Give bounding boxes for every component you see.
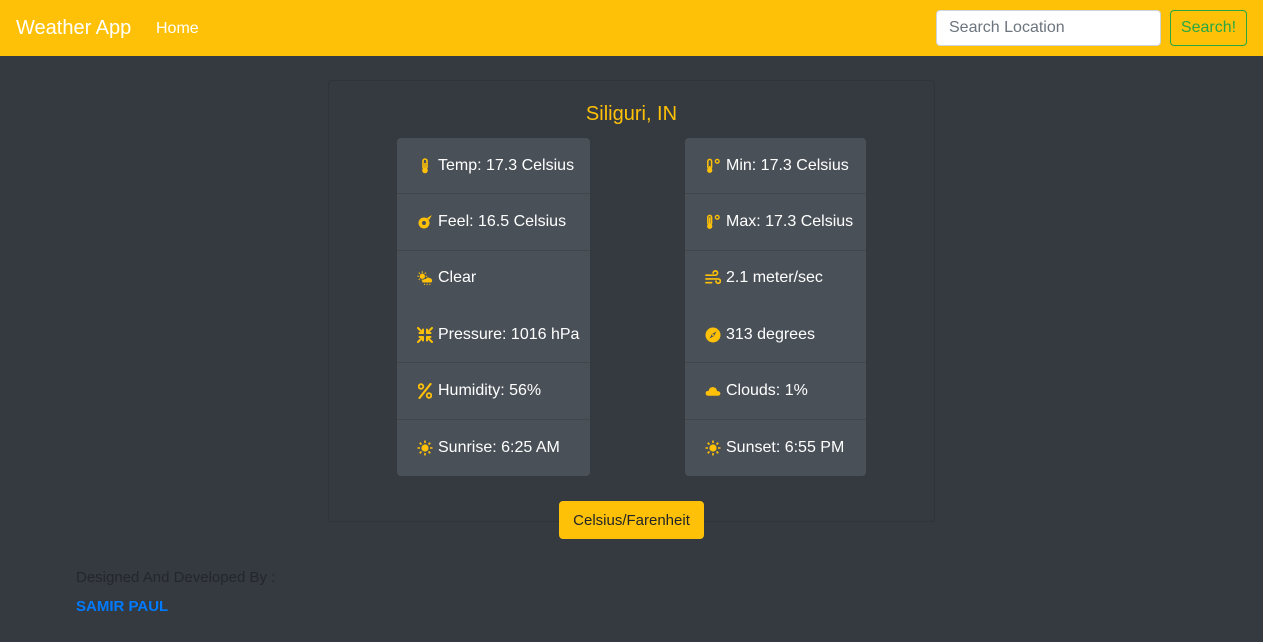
- list-item-humidity: Humidity: 56%: [397, 363, 590, 420]
- search-button[interactable]: Search!: [1170, 10, 1247, 46]
- condition-text: Clear: [438, 269, 477, 287]
- sunset-text: Sunset: 6:55 PM: [726, 438, 845, 456]
- feel-text: Feel: 16.5 Celsius: [438, 212, 567, 230]
- list-item-max: Max: 17.3 Celsius: [685, 194, 866, 251]
- list-item-feel: Feel: 16.5 Celsius: [397, 194, 590, 251]
- list-item-condition: Clear: [397, 251, 590, 307]
- list-item-wind: 2.1 meter/sec: [685, 251, 866, 307]
- sun-icon: [417, 440, 433, 456]
- humidity-text: Humidity: 56%: [438, 381, 542, 399]
- min-text: Min: 17.3 Celsius: [726, 156, 849, 174]
- location-title: Siliguri, IN: [585, 103, 678, 125]
- list-item-pressure: Pressure: 1016 hPa: [397, 307, 590, 364]
- wind-speed-text: 2.1 meter/sec: [726, 269, 823, 287]
- footer-author-link[interactable]: SAMIR PAUL: [76, 598, 168, 615]
- sunrise-text: Sunrise: 6:25 AM: [438, 438, 560, 456]
- list-item-min: Min: 17.3 Celsius: [685, 138, 866, 195]
- compass-icon: [705, 327, 721, 343]
- wind-icon: [705, 270, 721, 286]
- navbar: Weather App Home Search!: [0, 0, 1263, 56]
- list-item-temp: Temp: 17.3 Celsius: [397, 138, 590, 195]
- pressure-text: Pressure: 1016 hPa: [438, 325, 580, 343]
- weather-list-right: Min: 17.3 Celsius Max: 17.3 Celsius 2.1 …: [685, 138, 866, 476]
- search-input[interactable]: [936, 10, 1161, 46]
- list-item-sunrise: Sunrise: 6:25 AM: [397, 420, 590, 476]
- cloud-sun-icon: [417, 270, 433, 286]
- pressure-icon: [417, 326, 433, 343]
- footer-credit: Designed And Developed By :: [76, 569, 276, 586]
- list-item-sunset: Sunset: 6:55 PM: [685, 420, 866, 476]
- brand-logo[interactable]: Weather App: [16, 15, 131, 41]
- feel-icon: [417, 214, 433, 230]
- percent-icon: [417, 382, 433, 399]
- sun-icon: [705, 440, 721, 456]
- unit-toggle-button[interactable]: Celsius/Farenheit: [559, 501, 704, 539]
- thermometer-icon: [417, 157, 433, 174]
- temperature-low-icon: [705, 158, 721, 174]
- temp-text: Temp: 17.3 Celsius: [438, 156, 575, 174]
- weather-list-left: Temp: 17.3 Celsius Feel: 16.5 Celsius Cl…: [397, 138, 590, 476]
- cloud-icon: [705, 383, 721, 399]
- list-item-clouds: Clouds: 1%: [685, 363, 866, 420]
- list-item-direction: 313 degrees: [685, 307, 866, 364]
- wind-direction-text: 313 degrees: [726, 325, 815, 343]
- temperature-high-icon: [705, 214, 721, 230]
- max-text: Max: 17.3 Celsius: [726, 212, 854, 230]
- clouds-text: Clouds: 1%: [726, 381, 808, 399]
- nav-link-home[interactable]: Home: [156, 19, 199, 39]
